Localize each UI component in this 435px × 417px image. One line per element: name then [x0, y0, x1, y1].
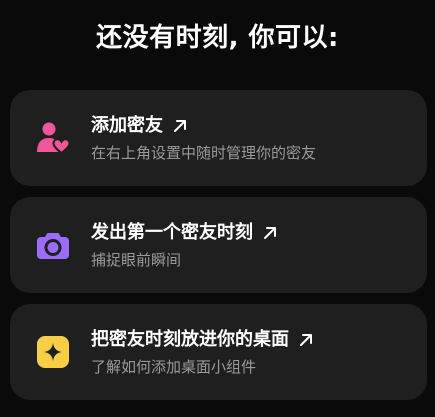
first-moment-title: 发出第一个密友时刻 [91, 222, 253, 243]
arrow-up-right-icon [172, 118, 188, 134]
first-moment-subtitle: 捕捉眼前瞬间 [91, 251, 182, 269]
add-friend-title: 添加密友 [91, 115, 163, 136]
desktop-widget-card[interactable]: 把密友时刻放进你的桌面 了解如何添加桌面小组件 [10, 304, 427, 400]
add-friend-card[interactable]: 添加密友 在右上角设置中随时管理你的密友 [10, 90, 427, 186]
page-title: 还没有时刻, 你可以: [96, 23, 339, 53]
first-moment-card[interactable]: 发出第一个密友时刻 捕捉眼前瞬间 [10, 197, 427, 293]
desktop-widget-title: 把密友时刻放进你的桌面 [91, 329, 289, 350]
first-moment-title-row: 发出第一个密友时刻 [91, 221, 278, 245]
arrow-up-right-icon [298, 332, 314, 348]
empty-state-screen: 还没有时刻, 你可以: 添加密友 在右上角设置中随时管理你的密友 发出第一个密友… [0, 0, 435, 417]
camera-icon [36, 228, 70, 262]
arrow-up-right-icon [262, 225, 278, 241]
add-friend-subtitle: 在右上角设置中随时管理你的密友 [91, 144, 317, 162]
add-friend-icon [36, 121, 70, 155]
sparkle-icon [36, 335, 70, 369]
desktop-widget-title-row: 把密友时刻放进你的桌面 [91, 328, 314, 352]
desktop-widget-subtitle: 了解如何添加桌面小组件 [91, 358, 257, 376]
add-friend-title-row: 添加密友 [91, 114, 188, 138]
